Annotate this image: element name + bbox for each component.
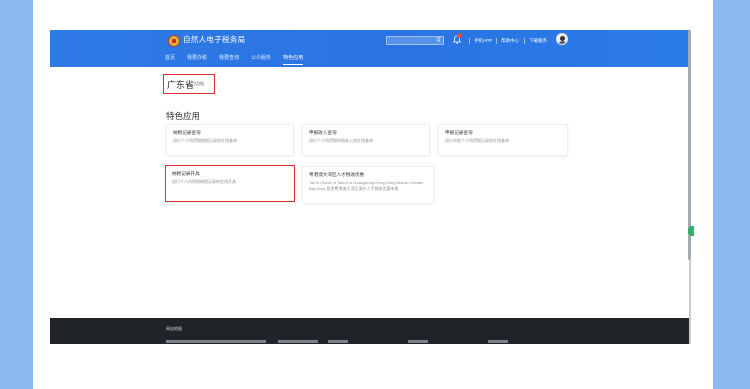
footer-link-group[interactable] [488,340,508,343]
avatar-body [558,41,567,44]
main-nav: 首页 我要办税 我要查询 公众服务 特色应用 [165,54,315,65]
section-title: 特色应用 [166,111,201,121]
download-service-link[interactable]: 下载服务 [529,38,547,44]
card-description: 进行个人所得税申报收入的在线查询 [309,138,373,143]
nav-item-tax-handling[interactable]: 我要办税 [187,54,207,63]
card-tax-record-query[interactable]: 纳税记录查询 进行个人所得税纳税记录的在线查询 [166,124,294,156]
top-header: 自然人电子税务局 首页 我要办税 我要查询 公众服务 特色应用 Q 手机APP … [50,30,689,67]
card-greater-bay-area-talent[interactable]: 粤港澳大湾区人才税收优惠 Tax E-Check of Talent in Gu… [302,166,434,204]
footer-sitemap-title: 网站地图 [166,326,182,331]
national-emblem-logo [168,35,180,47]
nav-item-query[interactable]: 我要查询 [219,54,239,63]
card-title: 申报记录查询 [445,130,473,135]
nav-item-home[interactable]: 首页 [165,54,175,63]
header-divider [524,38,525,44]
nav-item-public-service[interactable]: 公众服务 [251,54,271,63]
card-title: 纳税记录查询 [173,130,201,135]
card-declaration-query[interactable]: 申报记录查询 进行申报个人所得税记录的在线查询 [438,124,568,156]
footer-link-group[interactable] [408,340,428,343]
floating-side-button[interactable] [688,226,694,236]
site-footer: 网站地图 [50,318,689,344]
search-input[interactable]: Q [386,36,444,45]
notification-badge [457,33,462,38]
site-title[interactable]: 自然人电子税务局 [183,34,245,45]
province-name: 广东省 [167,80,195,90]
header-divider [496,38,497,44]
card-income-query[interactable]: 申报收入查询 进行个人所得税申报收入的在线查询 [302,124,430,156]
header-divider [469,38,470,44]
card-title: 纳税记录开具 [172,171,200,176]
nav-item-featured-apps[interactable]: 特色应用 [283,54,304,65]
card-description: Tax E-Check of Talent in Guangdong-Hong … [309,180,424,191]
footer-link-group[interactable] [278,340,318,343]
footer-link-group[interactable] [328,340,348,343]
card-title: 粤港澳大湾区人才税收优惠 [309,172,365,177]
footer-link-group[interactable] [166,340,266,343]
card-tax-record-issue[interactable]: 纳税记录开具 进行个人所得税纳税记录的在线开具 [165,165,295,202]
user-avatar[interactable] [556,33,568,45]
card-description: 进行个人所得税纳税记录的在线查询 [173,138,237,143]
help-center-link[interactable]: 帮助中心 [501,38,519,44]
card-description: 进行个人所得税纳税记录的在线开具 [172,179,236,184]
switch-province-link[interactable]: [切换] [194,81,204,87]
card-description: 进行申报个人所得税记录的在线查询 [445,138,509,143]
card-title: 申报收入查询 [309,130,337,135]
mobile-app-link[interactable]: 手机APP [474,38,492,44]
tax-portal-window: 自然人电子税务局 首页 我要办税 我要查询 公众服务 特色应用 Q 手机APP … [50,30,689,344]
search-icon[interactable]: Q [434,37,443,44]
